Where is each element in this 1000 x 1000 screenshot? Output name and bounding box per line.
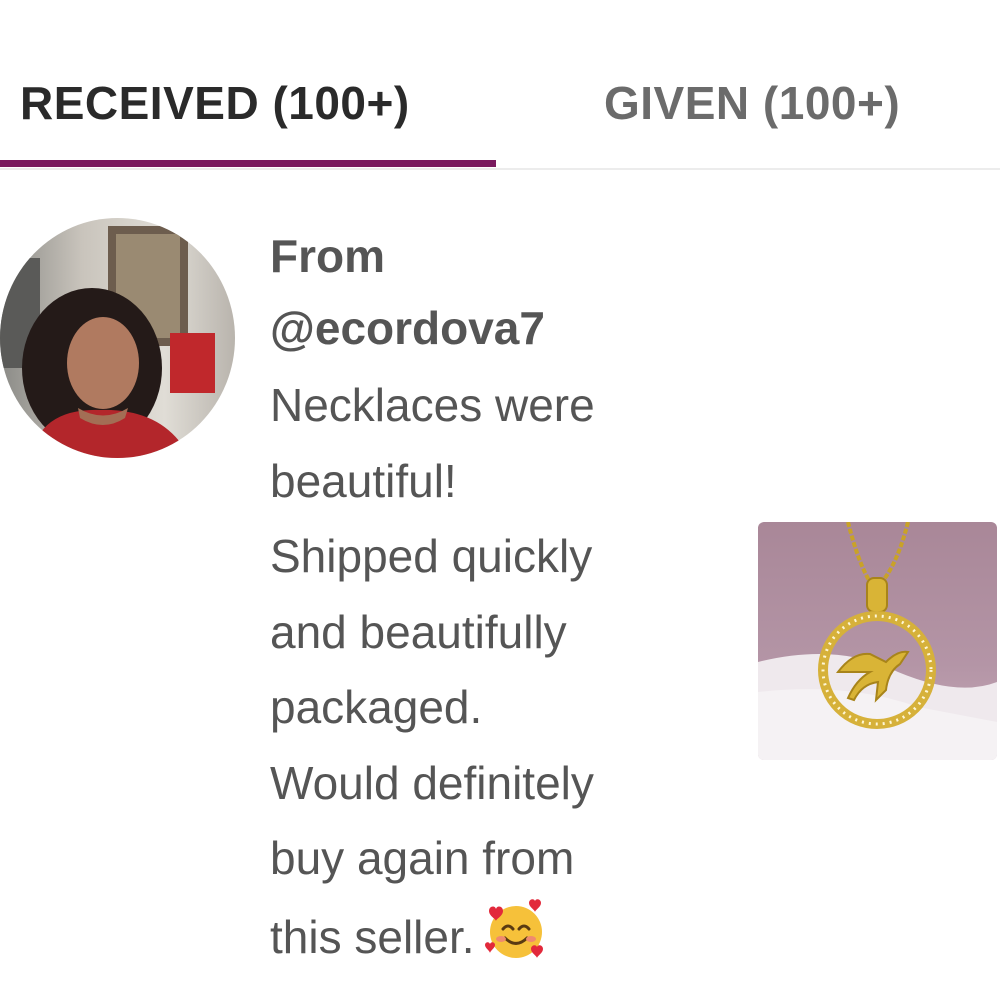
page: RECEIVED (100+) GIVEN (100+) From @ecord… xyxy=(0,0,1000,1000)
reviewer-handle-link[interactable]: @ecordova7 xyxy=(270,292,740,364)
tab-bar: RECEIVED (100+) GIVEN (100+) xyxy=(0,0,1000,170)
avatar[interactable] xyxy=(0,218,235,458)
product-thumbnail[interactable] xyxy=(758,522,997,760)
active-tab-indicator xyxy=(0,160,496,167)
necklace-photo xyxy=(758,522,997,760)
smiling-face-with-hearts-icon xyxy=(483,897,549,963)
review-body: From @ecordova7 Necklaces were beautiful… xyxy=(270,220,740,975)
from-label: From xyxy=(270,230,385,282)
tab-received[interactable]: RECEIVED (100+) xyxy=(20,68,410,138)
avatar-photo xyxy=(0,218,235,458)
tab-given[interactable]: GIVEN (100+) xyxy=(604,68,900,138)
review-comment-text: Necklaces were beautiful! Shipped quickl… xyxy=(270,379,595,963)
review-comment: Necklaces were beautiful! Shipped quickl… xyxy=(270,368,740,975)
